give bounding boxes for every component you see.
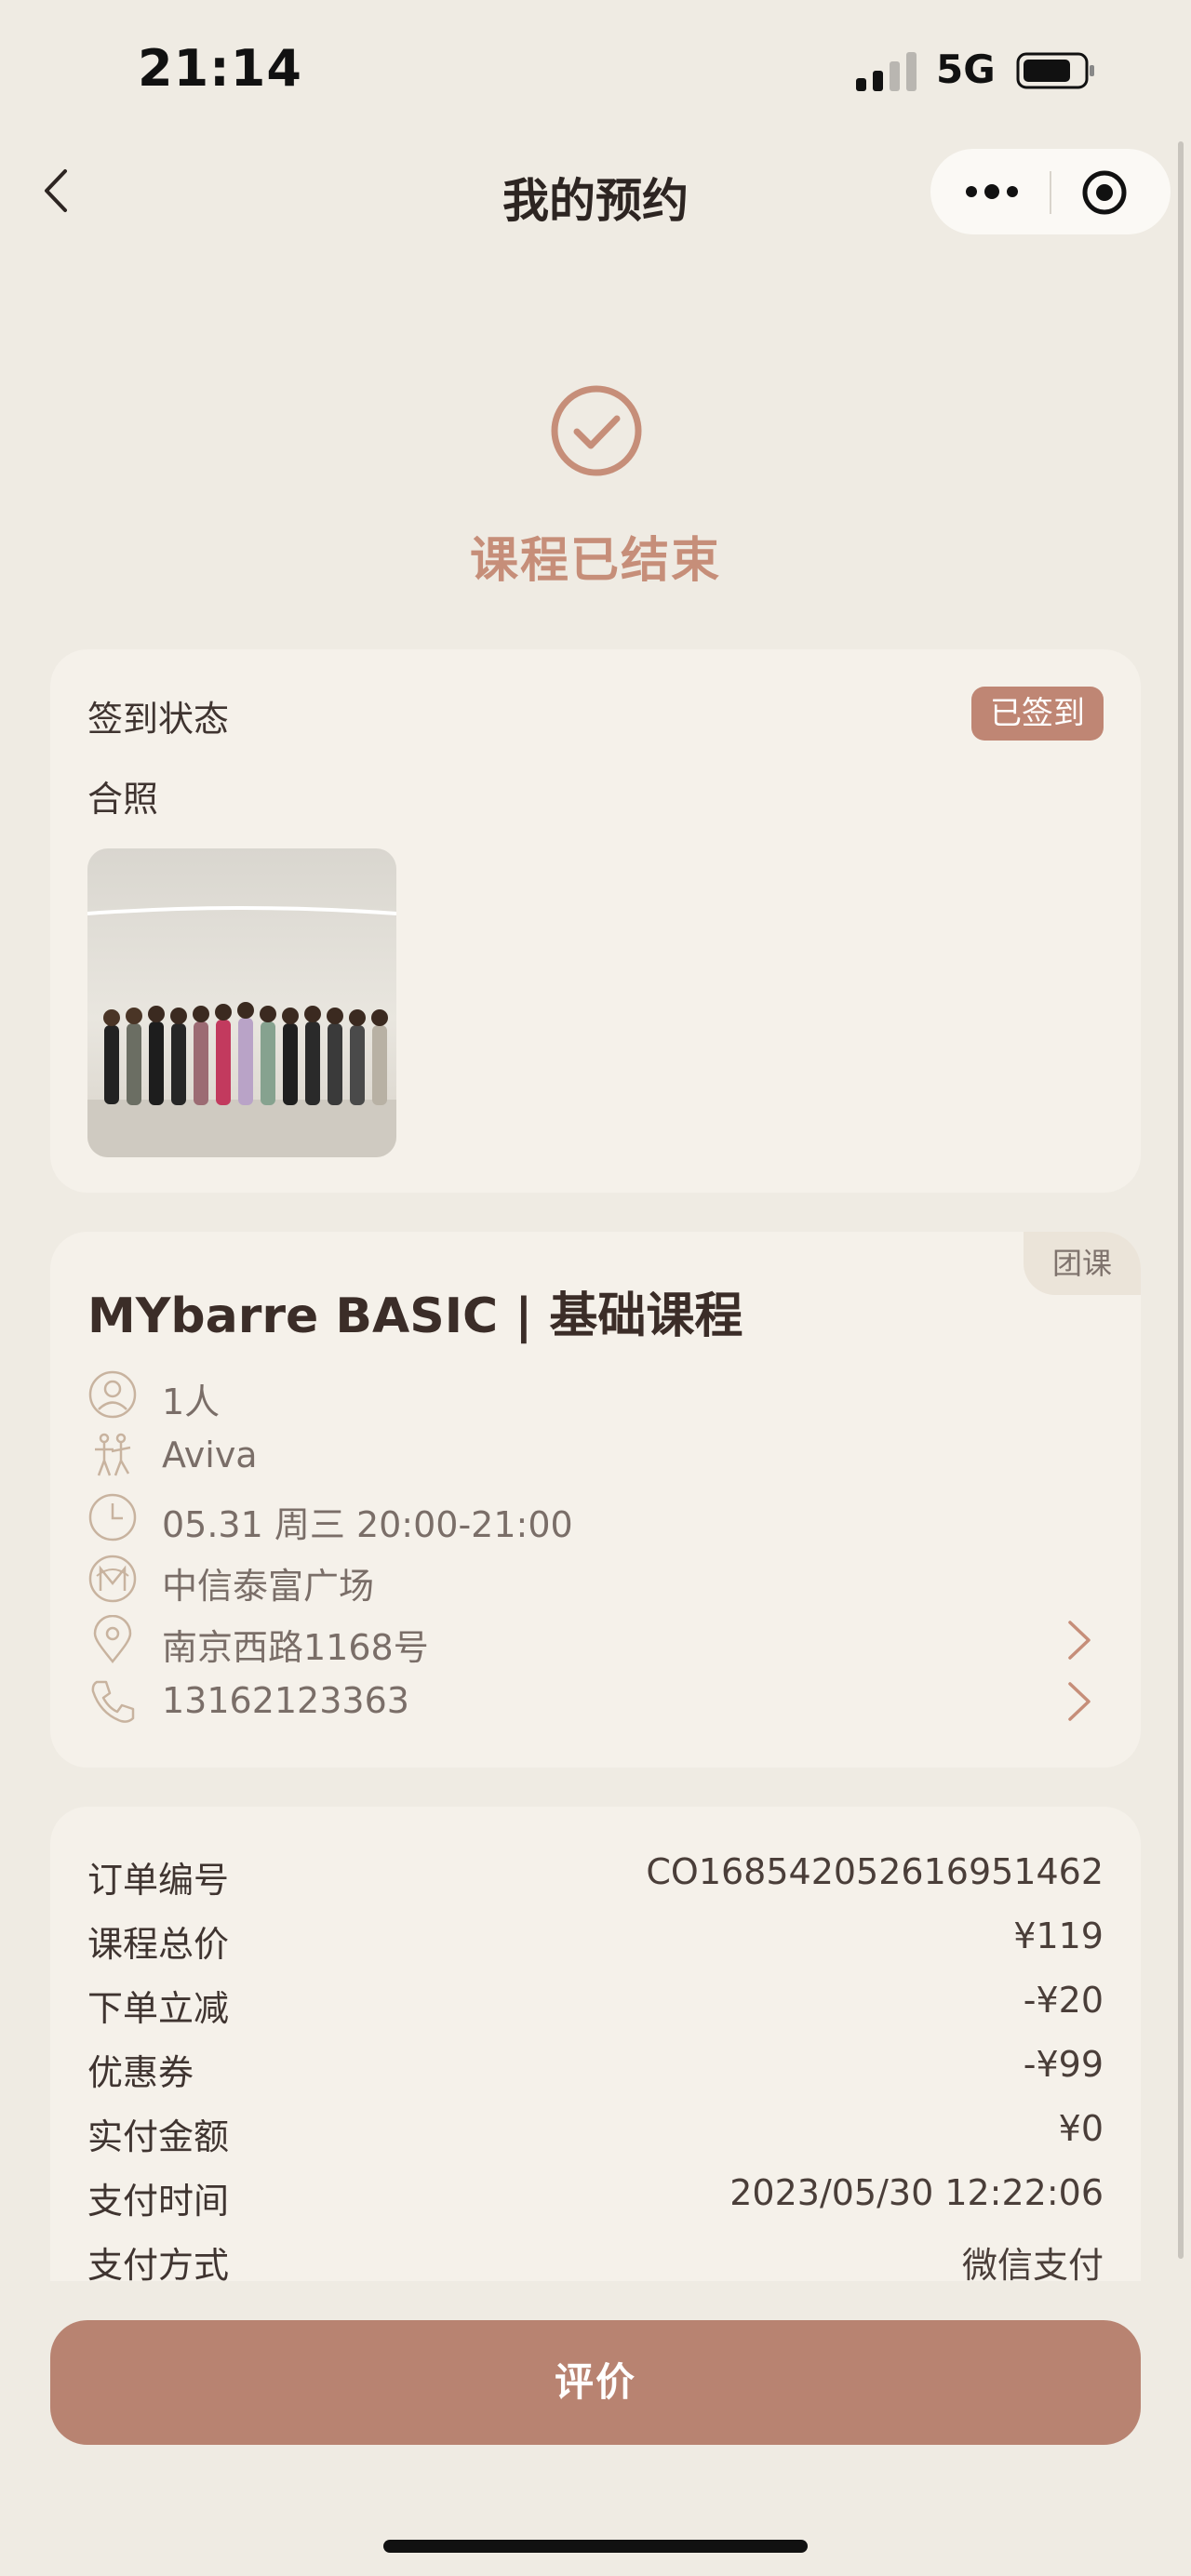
check-circle-icon [551, 385, 642, 476]
address-row[interactable]: 南京西路1168号 [87, 1609, 1104, 1671]
coupon-label: 优惠券 [87, 2052, 194, 2093]
instructor-row: Aviva [87, 1425, 1104, 1487]
phone-number: 13162123363 [162, 1680, 409, 1721]
order-number-row: 订单编号 CO168542052616951462 [87, 1842, 1104, 1905]
mini-program-capsule [930, 149, 1171, 234]
order-number-value: CO168542052616951462 [646, 1851, 1104, 1892]
checkin-status-badge: 已签到 [971, 687, 1104, 741]
schedule-row: 05.31 周三 20:00-21:00 [87, 1487, 1104, 1548]
person-icon [88, 1370, 137, 1419]
payment-method-label: 支付方式 [87, 2245, 230, 2281]
checkin-card: 签到状态 已签到 合照 [50, 649, 1141, 1193]
order-card: 订单编号 CO168542052616951462 课程总价 ¥119 下单立减… [50, 1807, 1141, 2281]
battery-icon [1016, 52, 1094, 89]
status-time: 21:14 [138, 39, 302, 98]
close-target-icon[interactable] [1081, 169, 1128, 216]
instant-discount-row: 下单立减 -¥20 [87, 1970, 1104, 2034]
total-price-label: 课程总价 [87, 1924, 230, 1965]
course-card: 团课 MYbarre BASIC | 基础课程 1人 Aviva 05.31 周… [50, 1232, 1141, 1768]
payment-method-row: 支付方式 微信支付 [87, 2227, 1104, 2281]
scrollbar[interactable] [1178, 141, 1184, 2259]
paid-amount-value: ¥0 [1058, 2108, 1104, 2149]
group-photo[interactable] [87, 848, 396, 1157]
group-photo-label: 合照 [87, 779, 159, 820]
participants-row: 1人 [87, 1364, 1104, 1425]
schedule-text: 05.31 周三 20:00-21:00 [162, 1504, 573, 1545]
paid-amount-row: 实付金额 ¥0 [87, 2099, 1104, 2162]
network-label: 5G [936, 47, 996, 92]
phone-row[interactable]: 13162123363 [87, 1671, 1104, 1732]
payment-method-value: 微信支付 [961, 2245, 1104, 2281]
signal-icon [856, 50, 917, 91]
course-title: MYbarre BASIC | 基础课程 [87, 1288, 743, 1344]
class-type-tag: 团课 [1024, 1232, 1141, 1295]
participants-text: 1人 [162, 1381, 221, 1422]
coupon-row: 优惠券 -¥99 [87, 2035, 1104, 2098]
studio-row: 中信泰富广场 [87, 1548, 1104, 1609]
brand-m-icon [88, 1555, 137, 1603]
course-status-title: 课程已结束 [469, 533, 721, 589]
chevron-right-icon[interactable] [1064, 1678, 1094, 1725]
capsule-divider [1050, 171, 1051, 214]
review-button[interactable]: 评价 [50, 2320, 1141, 2445]
address-text: 南京西路1168号 [162, 1627, 429, 1668]
instant-discount-value: -¥20 [1023, 1980, 1104, 2021]
instant-discount-label: 下单立减 [87, 1988, 230, 2029]
more-icon[interactable] [964, 175, 1020, 208]
location-pin-icon [93, 1615, 132, 1663]
home-indicator[interactable] [383, 2540, 808, 2553]
paid-amount-label: 实付金额 [87, 2116, 230, 2157]
order-number-label: 订单编号 [87, 1860, 230, 1901]
checkin-label: 签到状态 [87, 699, 230, 740]
coupon-value: -¥99 [1023, 2044, 1104, 2085]
studio-name: 中信泰富广场 [162, 1566, 375, 1607]
dancer-icon [95, 1433, 131, 1476]
phone-icon [91, 1680, 135, 1723]
clock-icon [88, 1493, 137, 1542]
payment-time-value: 2023/05/30 12:22:06 [729, 2172, 1104, 2213]
chevron-right-icon[interactable] [1064, 1617, 1094, 1663]
total-price-value: ¥119 [1013, 1915, 1104, 1956]
payment-time-row: 支付时间 2023/05/30 12:22:06 [87, 2163, 1104, 2226]
instructor-name: Aviva [162, 1435, 258, 1475]
payment-time-label: 支付时间 [87, 2181, 230, 2222]
total-price-row: 课程总价 ¥119 [87, 1906, 1104, 1969]
